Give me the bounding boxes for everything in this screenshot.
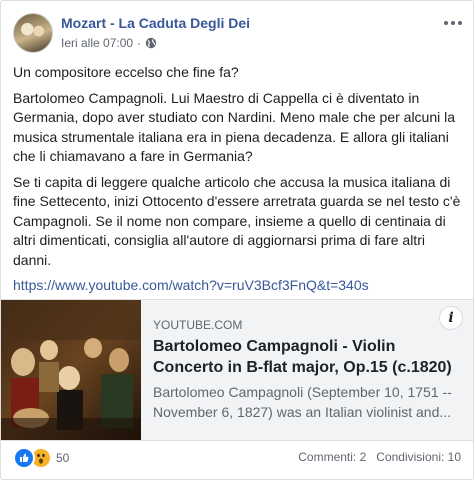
attachment-description: Bartolomeo Campagnoli (September 10, 175… [153,384,452,420]
post-paragraph: Un compositore eccelso che fine fa? [13,64,239,80]
post-meta: Ieri alle 07:00 · [61,36,157,50]
post-link-paragraph: https://www.youtube.com/watch?v=ruV3Bcf3… [13,276,465,296]
post-paragraph: Bartolomeo Campagnoli. Lui Maestro di Ca… [13,89,456,165]
post-body: Un compositore eccelso che fine fa? Bart… [13,63,465,302]
post-footer: 50 Commenti: 2 Condivisioni: 10 [13,447,461,469]
post-header: Mozart - La Caduta Degli Dei Ieri alle 0… [13,13,463,55]
info-icon[interactable]: i [439,306,463,330]
meta-separator: · [137,36,142,50]
post-stats: Commenti: 2 Condivisioni: 10 [298,450,461,464]
globe-icon[interactable] [145,37,157,49]
attachment-source: YOUTUBE.COM [153,318,243,332]
comments-count[interactable]: Commenti: 2 [298,450,366,464]
page-avatar[interactable] [13,13,53,53]
link-attachment[interactable]: YOUTUBE.COM Bartolomeo Campagnoli - Viol… [1,299,473,441]
attachment-info: YOUTUBE.COM Bartolomeo Campagnoli - Viol… [153,318,463,422]
facebook-post: Mozart - La Caduta Degli Dei Ieri alle 0… [0,0,474,480]
post-timestamp[interactable]: Ieri alle 07:00 [61,36,133,50]
reactions-summary[interactable]: 50 [13,447,69,469]
reaction-count[interactable]: 50 [56,451,69,465]
page-name-link[interactable]: Mozart - La Caduta Degli Dei [61,15,250,31]
ellipsis-icon[interactable] [443,15,463,26]
video-thumbnail[interactable] [1,300,141,440]
attachment-title[interactable]: Bartolomeo Campagnoli - Violin Concerto … [153,336,463,378]
like-icon [13,447,35,469]
post-paragraph: Se ti capita di leggere qualche articolo… [13,173,461,268]
shares-count[interactable]: Condivisioni: 10 [376,450,461,464]
youtube-link[interactable]: https://www.youtube.com/watch?v=ruV3Bcf3… [13,277,369,293]
